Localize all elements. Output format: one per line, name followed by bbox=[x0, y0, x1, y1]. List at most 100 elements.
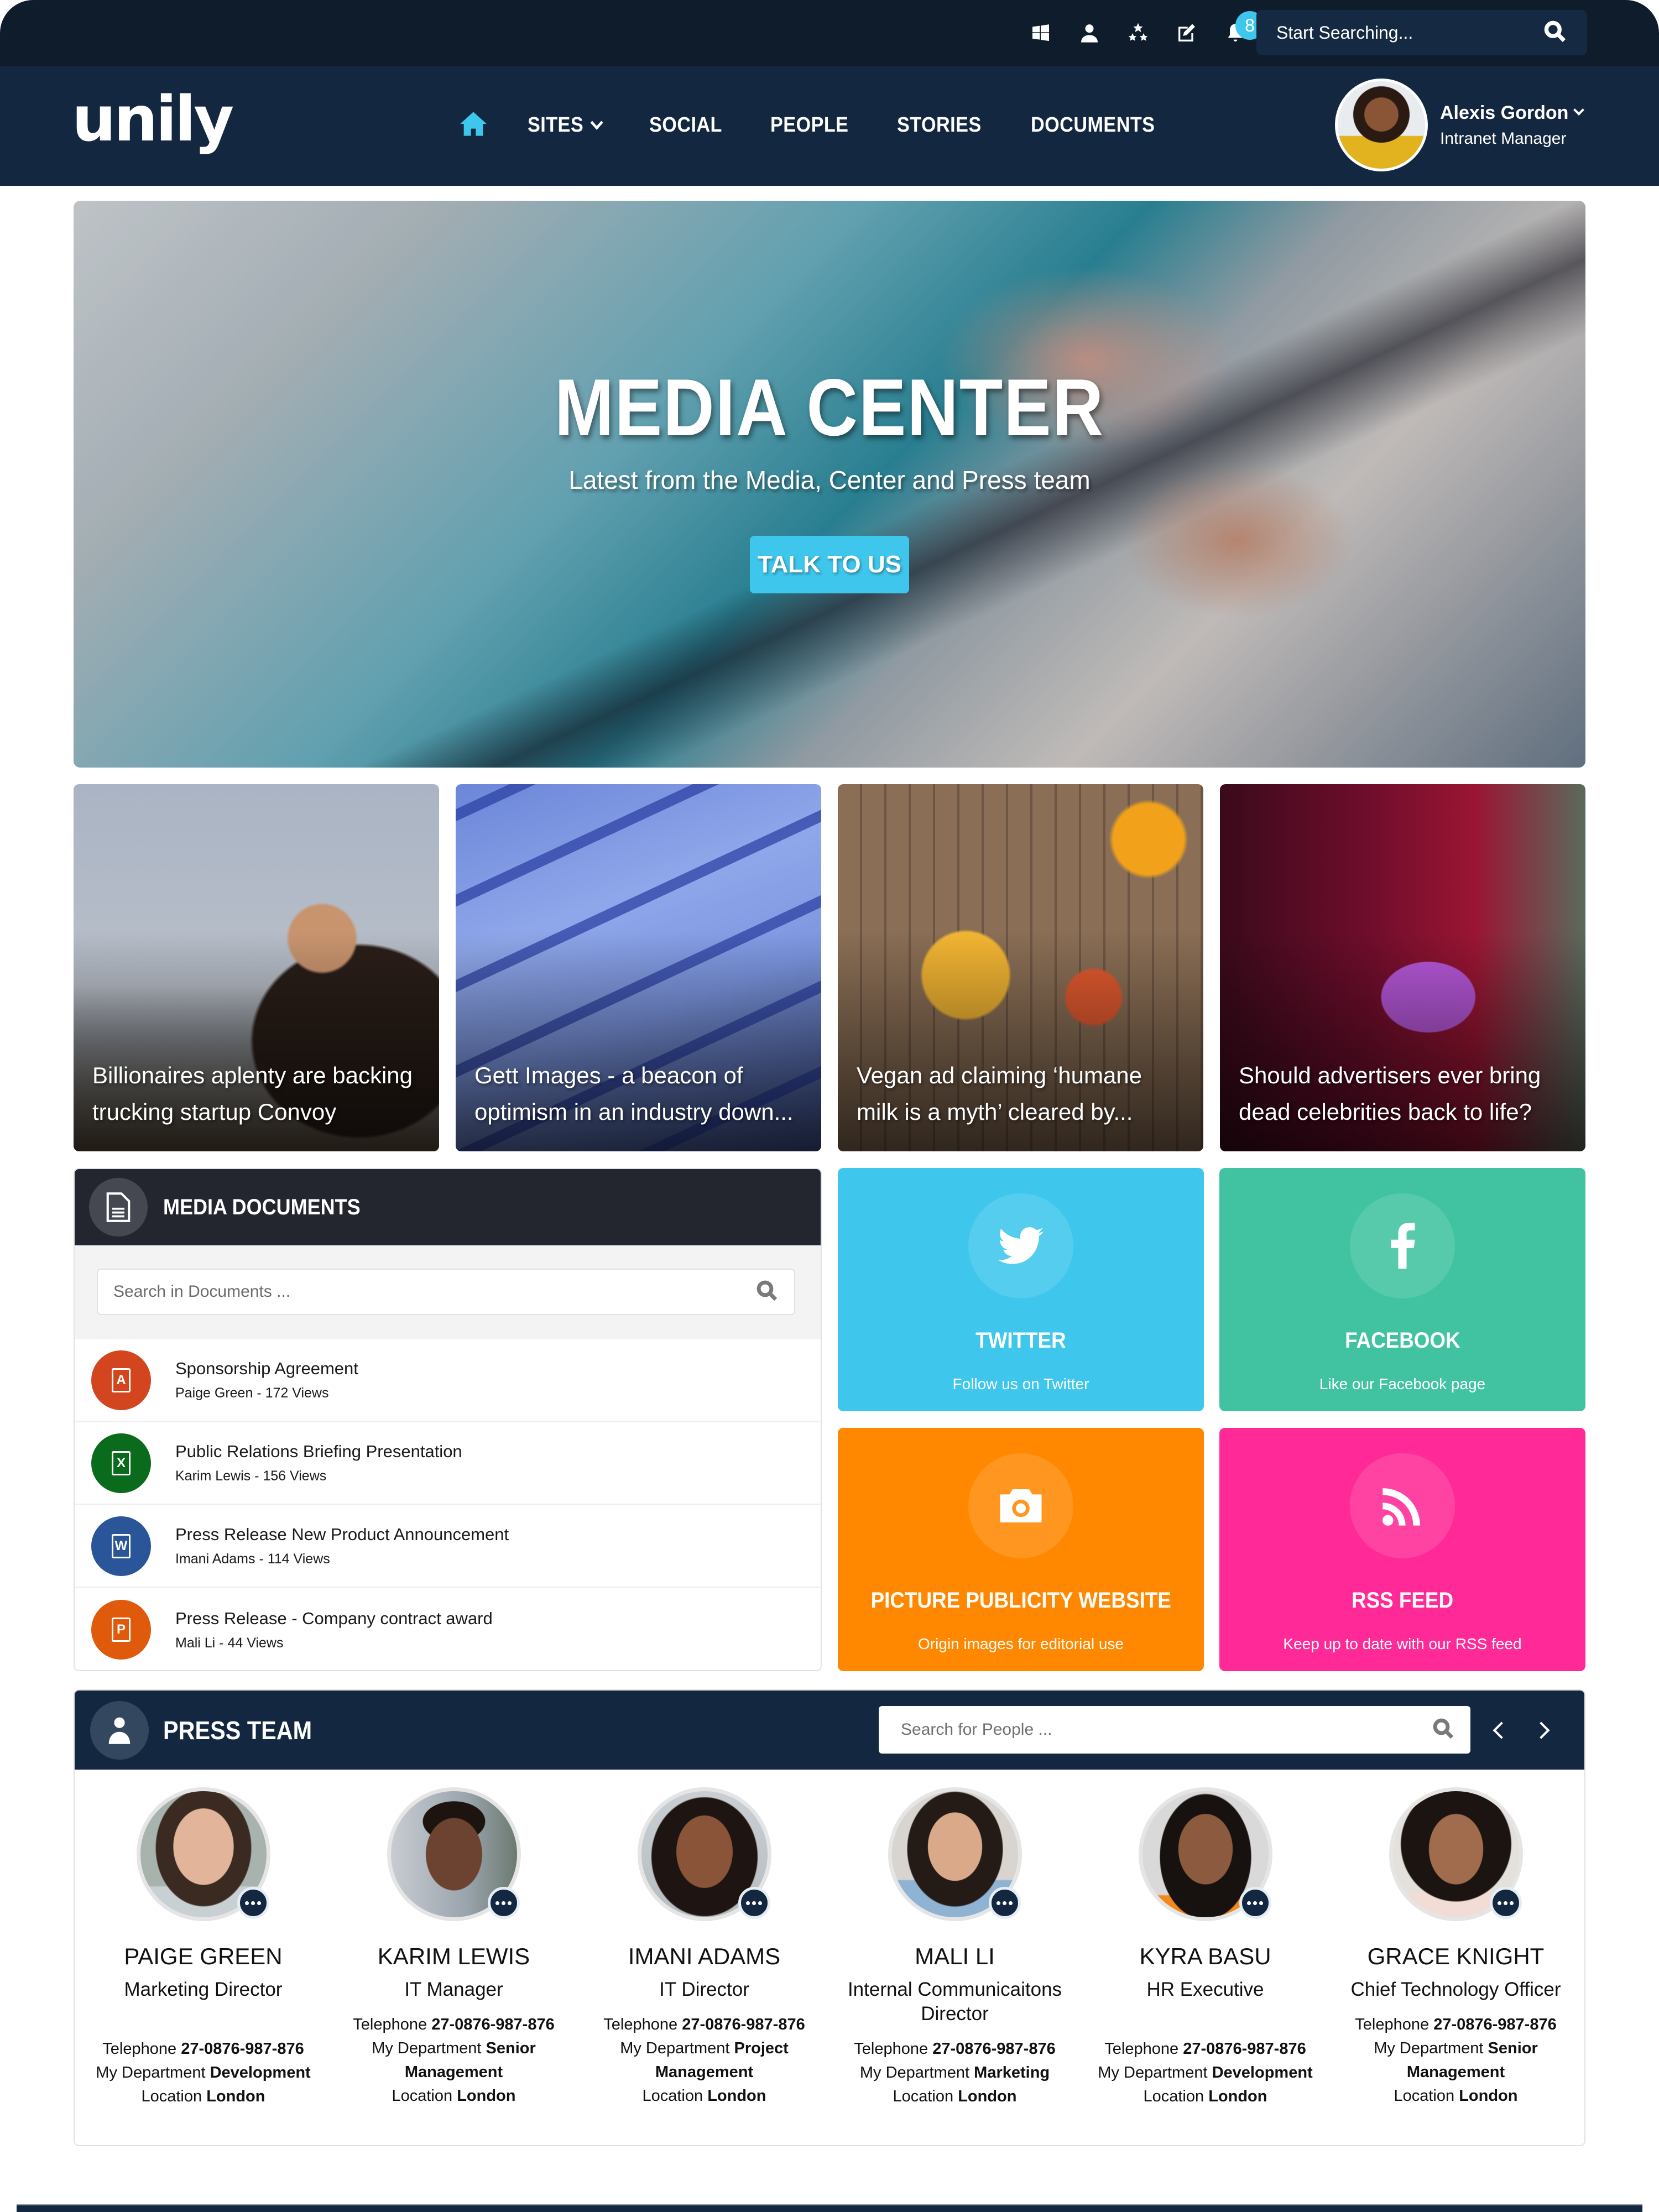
global-search bbox=[1256, 10, 1587, 55]
person-telephone: Telephone 27-0876-987-876 bbox=[343, 2013, 565, 2037]
value: London bbox=[1208, 2088, 1267, 2105]
unily-logo[interactable]: unily bbox=[72, 88, 234, 150]
label: Telephone bbox=[102, 2040, 177, 2058]
search-icon[interactable] bbox=[755, 1279, 779, 1305]
user-icon[interactable] bbox=[1077, 21, 1102, 45]
person-role: IT Manager bbox=[404, 1979, 503, 2000]
twitter-tile[interactable]: TWITTER Follow us on Twitter bbox=[838, 1168, 1204, 1411]
news-card[interactable]: Vegan ad claiming ‘humane milk is a myth… bbox=[838, 784, 1203, 1151]
user-name-text: Alexis Gordon bbox=[1440, 102, 1569, 123]
nav-item-people[interactable]: PEOPLE bbox=[770, 113, 848, 137]
value: 27-0876-987-876 bbox=[181, 2040, 304, 2058]
tile-title: PICTURE PUBLICITY WEBSITE bbox=[870, 1588, 1171, 1613]
rss-feed-tile[interactable]: RSS FEED Keep up to date with our RSS fe… bbox=[1219, 1428, 1585, 1671]
people-search-input[interactable] bbox=[901, 1720, 1399, 1739]
value: 27-0876-987-876 bbox=[682, 2016, 805, 2033]
documents-search-input[interactable] bbox=[113, 1282, 722, 1301]
person-details: Telephone 27-0876-987-876 My Department … bbox=[844, 2037, 1066, 2109]
facebook-tile[interactable]: FACEBOOK Like our Facebook page bbox=[1219, 1168, 1585, 1411]
rss-icon bbox=[1350, 1453, 1455, 1558]
person-avatar-wrap bbox=[637, 1787, 771, 1921]
logo-text: unily bbox=[72, 84, 234, 155]
user-name: Alexis Gordon bbox=[1440, 102, 1585, 124]
search-icon[interactable] bbox=[1432, 1717, 1455, 1743]
nav-item-label: DOCUMENTS bbox=[1030, 113, 1155, 137]
nav-item-social[interactable]: SOCIAL bbox=[649, 113, 722, 137]
edit-icon[interactable] bbox=[1175, 21, 1199, 45]
previous-button[interactable] bbox=[1490, 1714, 1512, 1747]
nav-item-label: SOCIAL bbox=[649, 113, 723, 137]
search-icon[interactable] bbox=[1543, 19, 1567, 46]
user-menu[interactable]: Alexis Gordon Intranet Manager bbox=[1335, 79, 1585, 171]
label: Telephone bbox=[1355, 2016, 1430, 2033]
nav-item-sites[interactable]: SITES bbox=[528, 113, 603, 137]
person-details: Telephone 27-0876-987-876 My Department … bbox=[1345, 2013, 1567, 2108]
news-title: Should advertisers ever bring dead celeb… bbox=[1239, 1062, 1541, 1125]
more-options-button[interactable] bbox=[1489, 1887, 1522, 1919]
person-card[interactable]: KYRA BASU HR Executive Telephone 27-0876… bbox=[1080, 1770, 1331, 2109]
document-meta: Karim Lewis - 156 Views bbox=[175, 1468, 327, 1484]
tile-subtitle: Origin images for editorial use bbox=[918, 1635, 1124, 1652]
nav-item-stories[interactable]: STORIES bbox=[897, 113, 982, 137]
person-card[interactable]: IMANI ADAMS IT Director Telephone 27-087… bbox=[579, 1770, 830, 2109]
more-options-button[interactable] bbox=[988, 1887, 1021, 1919]
document-item[interactable]: X Public Relations Briefing Presentation… bbox=[75, 1422, 821, 1505]
person-name: IMANI ADAMS bbox=[628, 1943, 781, 1969]
person-card[interactable]: GRACE KNIGHT Chief Technology Officer Te… bbox=[1331, 1770, 1581, 2109]
person-location: Location London bbox=[93, 2085, 314, 2109]
value: 27-0876-987-876 bbox=[1433, 2016, 1557, 2033]
document-item[interactable]: P Press Release - Company contract award… bbox=[75, 1588, 821, 1670]
news-card[interactable]: Should advertisers ever bring dead celeb… bbox=[1220, 784, 1585, 1151]
intranet-page: 8 unily SITES SOCIAL PEOPLE STORIES DOCU… bbox=[0, 0, 1659, 2212]
person-department: My Department Development bbox=[93, 2061, 314, 2085]
label: Telephone bbox=[854, 2040, 928, 2058]
document-text: Public Relations Briefing Presentation Ka… bbox=[175, 1442, 462, 1484]
document-item[interactable]: A Sponsorship Agreement Paige Green - 172… bbox=[75, 1339, 821, 1422]
more-options-button[interactable] bbox=[738, 1887, 770, 1919]
value: London bbox=[707, 2087, 766, 2105]
stars-icon[interactable] bbox=[1126, 21, 1150, 45]
news-title: Vegan ad claiming ‘humane milk is a myth… bbox=[857, 1062, 1142, 1125]
talk-to-us-button[interactable]: TALK TO US bbox=[750, 536, 909, 593]
person-card[interactable]: PAIGE GREEN Marketing Director Telephone… bbox=[78, 1770, 328, 2109]
person-card[interactable]: MALI LI Internal Communicaitons Director… bbox=[830, 1770, 1080, 2109]
documents-list: A Sponsorship Agreement Paige Green - 172… bbox=[75, 1339, 821, 1670]
picture-publicity-tile[interactable]: PICTURE PUBLICITY WEBSITE Origin images … bbox=[838, 1428, 1204, 1671]
person-telephone: Telephone 27-0876-987-876 bbox=[844, 2037, 1066, 2061]
document-text: Sponsorship Agreement Paige Green - 172 V… bbox=[175, 1359, 358, 1401]
windows-icon[interactable] bbox=[1029, 21, 1053, 45]
tile-title: TWITTER bbox=[975, 1328, 1066, 1353]
value: London bbox=[457, 2087, 516, 2105]
global-search-input[interactable] bbox=[1276, 22, 1542, 43]
person-department: My Department Senior Management bbox=[1345, 2037, 1567, 2084]
nav-item-documents[interactable]: DOCUMENTS bbox=[1031, 113, 1155, 137]
chevron-left-icon bbox=[1493, 1721, 1510, 1739]
people-icon bbox=[90, 1700, 149, 1760]
more-options-button[interactable] bbox=[487, 1887, 520, 1919]
utility-icons: 8 bbox=[1029, 11, 1264, 51]
press-team-panel: PRESS TEAM PAIGE GREEN Marketing Directo… bbox=[74, 1689, 1585, 2146]
label: My Department bbox=[620, 2039, 730, 2057]
document-title: Press Release - Company contract award bbox=[175, 1608, 493, 1628]
next-button[interactable] bbox=[1530, 1714, 1552, 1747]
person-role: Marketing Director bbox=[124, 1979, 283, 2000]
more-options-button[interactable] bbox=[1239, 1887, 1271, 1919]
more-options-button[interactable] bbox=[237, 1887, 269, 1919]
news-card[interactable]: Gett Images - a beacon of optimism in an… bbox=[456, 784, 821, 1151]
footer-bar bbox=[17, 2204, 1642, 2212]
news-card[interactable]: Billionaires aplenty are backing truckin… bbox=[74, 784, 439, 1151]
panel-title: MEDIA DOCUMENTS bbox=[163, 1194, 361, 1219]
person-department: My Department Marketing bbox=[844, 2061, 1066, 2085]
bell-icon[interactable]: 8 bbox=[1223, 11, 1264, 45]
document-title: Press Release New Product Announcement bbox=[175, 1525, 509, 1544]
person-location: Location London bbox=[594, 2084, 815, 2108]
person-name: PAIGE GREEN bbox=[124, 1943, 283, 1969]
document-item[interactable]: W Press Release New Product Announcement… bbox=[75, 1505, 821, 1588]
nav-item-label: STORIES bbox=[897, 113, 982, 137]
powerpoint-file-icon: P bbox=[91, 1600, 151, 1660]
person-role: IT Director bbox=[659, 1979, 749, 2000]
label: Location bbox=[1143, 2088, 1204, 2105]
home-icon[interactable] bbox=[459, 111, 488, 140]
person-card[interactable]: KARIM LEWIS IT Manager Telephone 27-0876… bbox=[328, 1770, 579, 2109]
tile-subtitle: Follow us on Twitter bbox=[952, 1375, 1089, 1392]
